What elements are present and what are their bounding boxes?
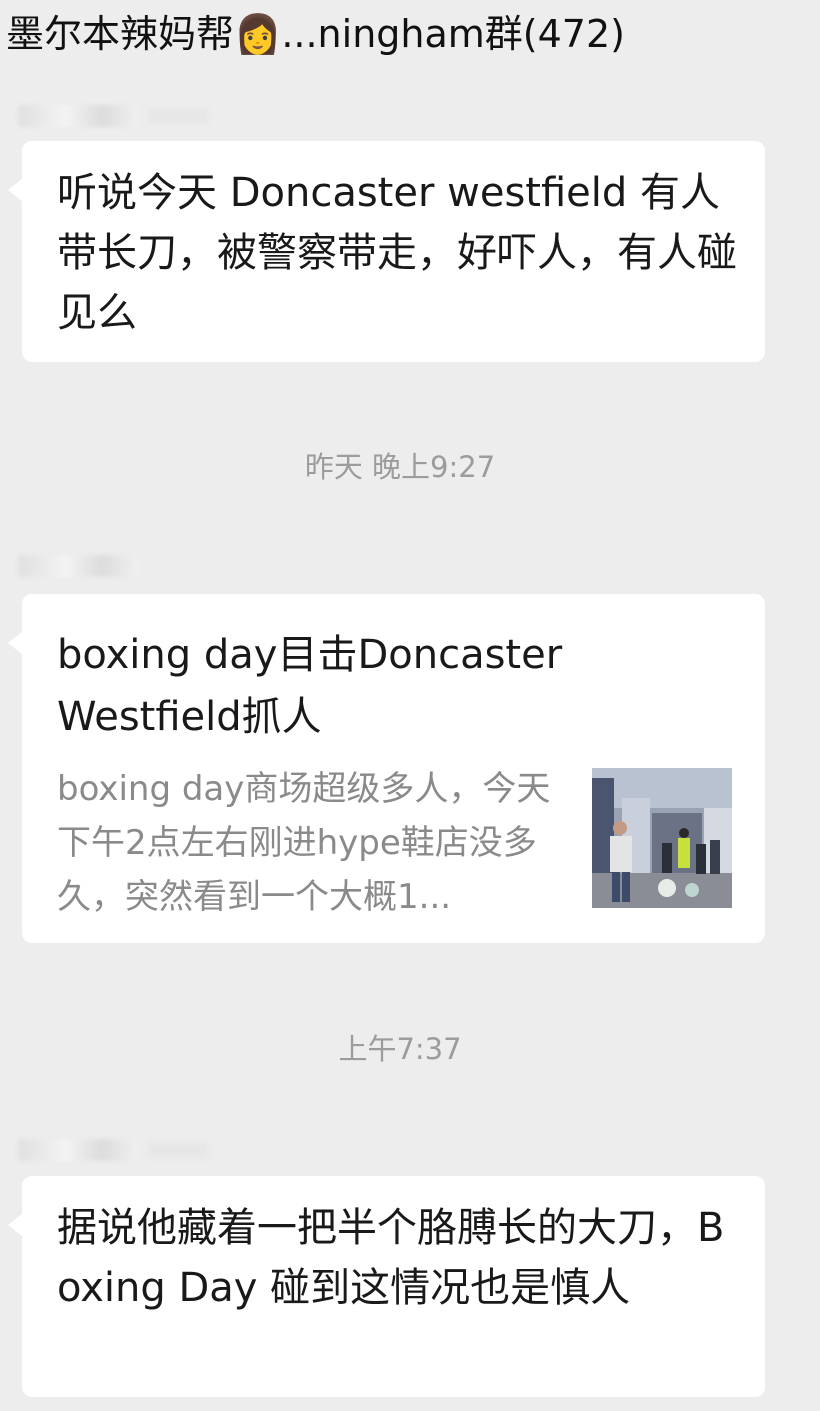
link-card-description: boxing day商场超级多人，今天下午2点左右刚进hype鞋店没多久，突然看… — [57, 769, 551, 917]
link-card-bubble[interactable]: boxing day目击Doncaster Westfield抓人 boxing… — [8, 594, 765, 943]
message-text: 听说今天 Doncaster westfield 有人带长刀，被警察带走，好吓人… — [57, 170, 737, 336]
timestamp: 上午7:37 — [338, 1032, 462, 1066]
sender-name-blurred[interactable] — [18, 546, 138, 586]
store-photo-icon — [592, 768, 732, 908]
message-text: 据说他藏着一把半个胳膊长的大刀，Boxing Day 碰到这情况也是慎人 — [57, 1205, 725, 1311]
sender-name-blurred[interactable] — [18, 1130, 208, 1170]
sender-name-placeholder — [148, 108, 208, 124]
chat-title[interactable]: 墨尔本辣妈帮👩...ningham群(472) — [6, 10, 625, 58]
chat-header: 墨尔本辣妈帮👩...ningham群(472) — [0, 0, 820, 70]
timestamp: 昨天 晚上9:27 — [304, 450, 496, 484]
sender-name-placeholder — [18, 1139, 138, 1161]
sender-name-placeholder — [18, 105, 138, 127]
sender-name-placeholder — [18, 555, 138, 577]
link-card-title: boxing day目击Doncaster Westfield抓人 — [57, 632, 563, 740]
sender-name-blurred[interactable] — [18, 96, 208, 136]
message-bubble[interactable]: 听说今天 Doncaster westfield 有人带长刀，被警察带走，好吓人… — [8, 141, 765, 362]
message-bubble[interactable]: 据说他藏着一把半个胳膊长的大刀，Boxing Day 碰到这情况也是慎人 — [8, 1176, 765, 1397]
link-card-thumbnail — [592, 768, 732, 908]
sender-name-placeholder — [148, 1142, 208, 1158]
